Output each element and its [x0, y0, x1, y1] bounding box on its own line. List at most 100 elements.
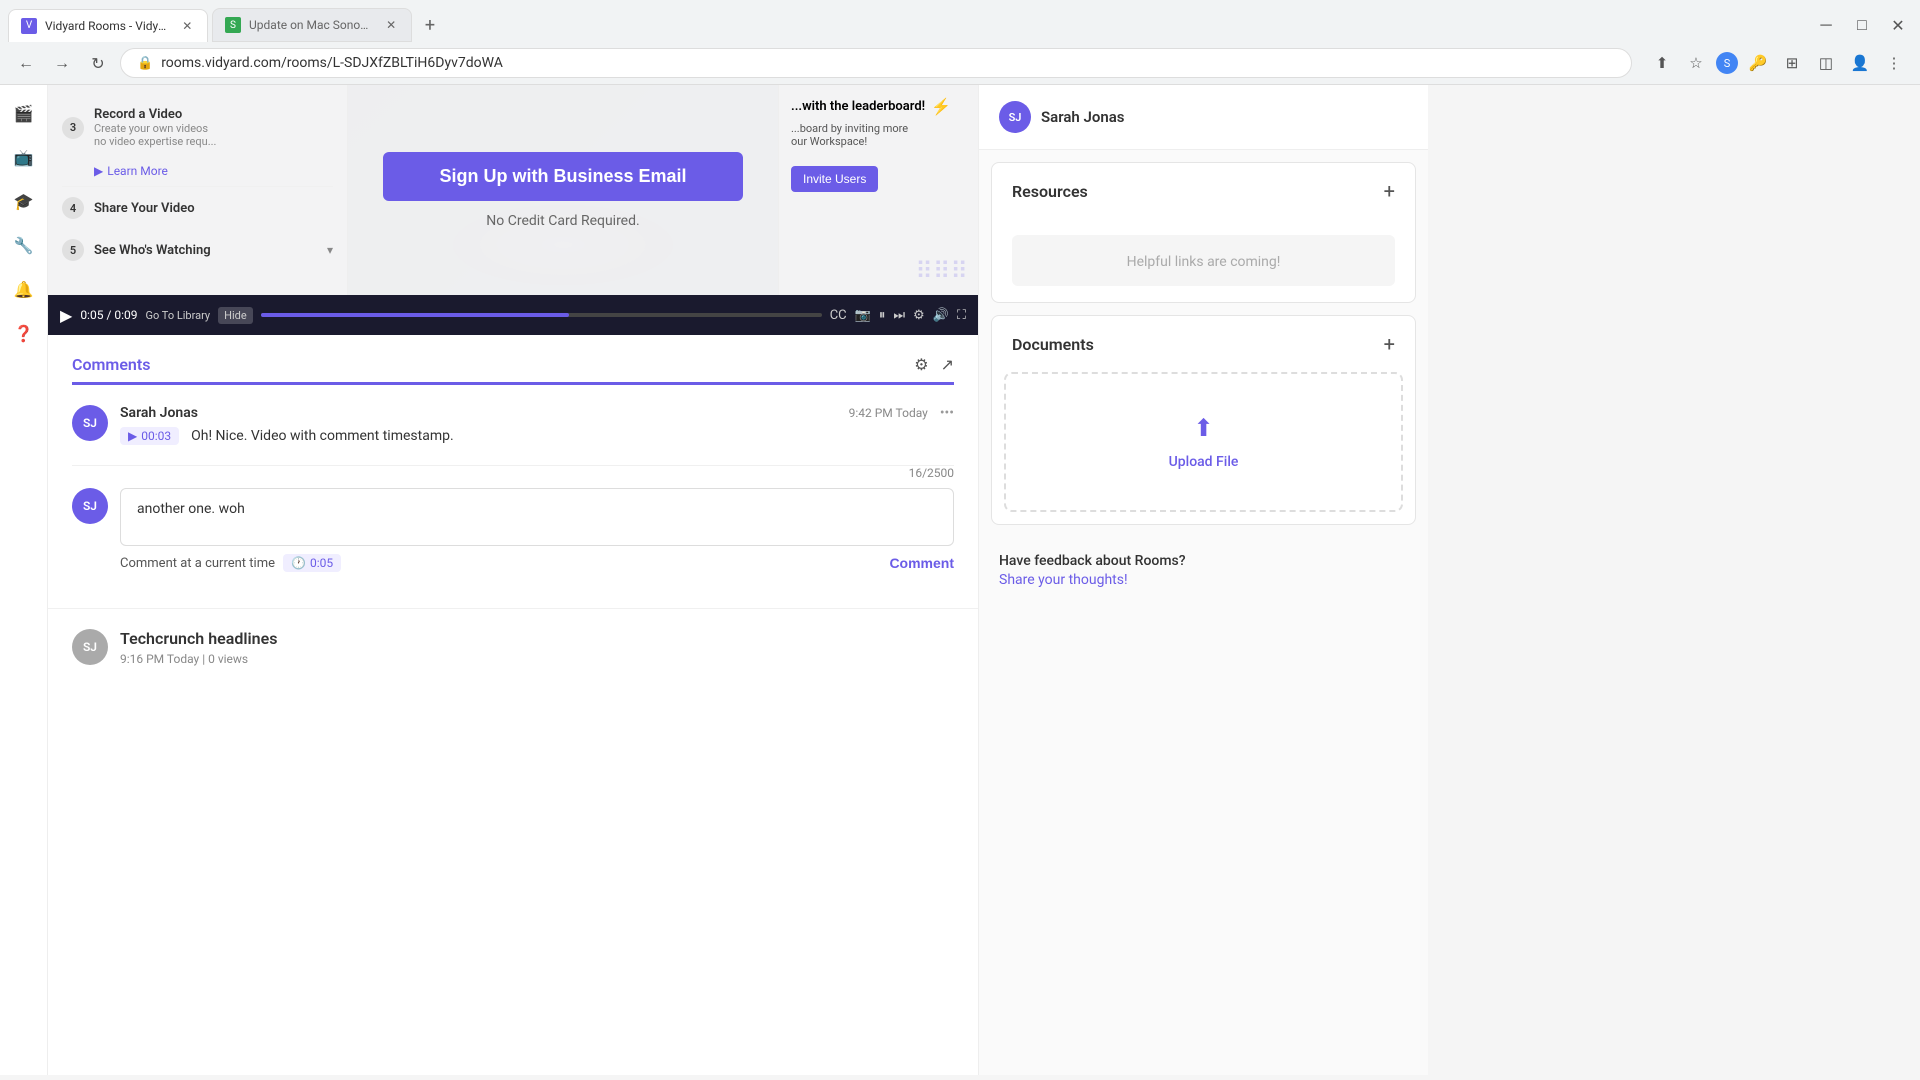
address-bar[interactable]: 🔒 rooms.vidyard.com/rooms/L-SDJXfZBLTiH6…: [120, 48, 1632, 78]
hide-button[interactable]: Hide: [218, 307, 253, 324]
leaderboard-text: ...board by inviting moreour Workspace!: [791, 122, 966, 148]
pause-button[interactable]: ⏸: [879, 308, 886, 323]
window-minimize-button[interactable]: ─: [1812, 11, 1840, 39]
play-icon: ▶: [128, 429, 137, 443]
sidebar-icon-notifications[interactable]: 🔔: [8, 273, 40, 305]
sidebar-icon-screen[interactable]: 📺: [8, 141, 40, 173]
sidebar-icon-video[interactable]: 🎬: [8, 97, 40, 129]
browser-action-buttons: ⬆ ☆ S 🔑 ⊞ ◫ 👤 ⋮: [1648, 49, 1908, 77]
more-options-icon[interactable]: ⋮: [1880, 49, 1908, 77]
comment-time: 9:42 PM Today: [849, 406, 928, 420]
tab-title-2: Update on Mac Sonoma: [249, 18, 375, 32]
sidebar-icon-help[interactable]: ❓: [8, 317, 40, 349]
learn-more-link[interactable]: ▶ Learn More: [94, 164, 333, 178]
comment-content: ▶ 00:03 Oh! Nice. Video with comment tim…: [120, 427, 954, 445]
tab-title-1: Vidyard Rooms - Vidyard: [45, 19, 171, 33]
navigation-bar: ← → ↻ 🔒 rooms.vidyard.com/rooms/L-SDJXfZ…: [0, 42, 1920, 84]
comment-time-badge[interactable]: 🕐 0:05: [283, 554, 341, 572]
comment-at-time: Comment at a current time 🕐 0:05: [120, 554, 341, 572]
comment-timestamp-badge[interactable]: ▶ 00:03: [120, 427, 179, 445]
content-area: 3 Record a Video Create your own videosn…: [48, 85, 1920, 1075]
progress-fill: [261, 313, 570, 317]
profile-icon[interactable]: 👤: [1846, 49, 1874, 77]
volume-button[interactable]: 🔊: [933, 308, 949, 323]
comments-share-icon[interactable]: ↗: [941, 355, 954, 374]
right-sidebar-username: Sarah Jonas: [1041, 108, 1125, 126]
step-label-4: Share Your Video: [94, 201, 195, 216]
signup-button[interactable]: Sign Up with Business Email: [383, 152, 743, 201]
feedback-link[interactable]: Share your thoughts!: [999, 572, 1128, 588]
at-time-label: Comment at a current time: [120, 556, 275, 571]
post-body: Techcrunch headlines 9:16 PM Today | 0 v…: [120, 629, 277, 666]
comment-item: SJ Sarah Jonas 9:42 PM Today ••• ▶: [72, 385, 954, 466]
step-chevron-5[interactable]: ▾: [327, 243, 333, 257]
video-progress-bar[interactable]: [261, 313, 822, 317]
post-meta: 9:16 PM Today | 0 views: [120, 652, 277, 666]
sidebar-icon-learn[interactable]: 🎓: [8, 185, 40, 217]
left-sidebar: 🎬 📺 🎓 🔧 🔔 ❓: [0, 85, 48, 1075]
upload-label: Upload File: [1169, 454, 1239, 470]
tab-favicon-1: V: [21, 18, 37, 34]
step-num-3: 3: [62, 117, 84, 139]
password-icon[interactable]: 🔑: [1744, 49, 1772, 77]
refresh-button[interactable]: ↻: [84, 49, 112, 77]
upload-area[interactable]: ⬆ Upload File: [1004, 372, 1403, 512]
comments-section: Comments ⚙ ↗ SJ Sarah Jonas 9:42 PM Toda…: [48, 335, 978, 608]
comment-more-button[interactable]: •••: [940, 405, 954, 421]
step-num-5: 5: [62, 239, 84, 261]
resources-section: Resources + Helpful links are coming!: [991, 162, 1416, 303]
upload-icon: ⬆: [1193, 414, 1213, 442]
resources-title: Resources: [1012, 182, 1088, 201]
go-to-library-link[interactable]: Go To Library: [146, 309, 211, 322]
skip-button[interactable]: ⏭: [893, 308, 905, 323]
time-value: 0:05: [310, 556, 333, 570]
step-label-5: See Who's Watching: [94, 243, 211, 258]
bookmark-icon[interactable]: ☆: [1682, 49, 1710, 77]
step-desc-3: Create your own videosno video expertise…: [94, 122, 216, 148]
extension-icon[interactable]: S: [1716, 52, 1738, 74]
step-item-3: 3 Record a Video Create your own videosn…: [62, 99, 333, 156]
new-tab-button[interactable]: +: [416, 11, 444, 39]
comment-author: Sarah Jonas: [120, 405, 198, 421]
documents-title: Documents: [1012, 335, 1094, 354]
window-close-button[interactable]: ✕: [1884, 11, 1912, 39]
browser-chrome: V Vidyard Rooms - Vidyard ✕ S Update on …: [0, 0, 1920, 85]
forward-button[interactable]: →: [48, 49, 76, 77]
leaderboard-title: ...with the leaderboard!: [791, 99, 925, 114]
documents-add-button[interactable]: +: [1384, 332, 1395, 356]
sidebar-toggle-icon[interactable]: ◫: [1812, 49, 1840, 77]
sidebar-icon-tools[interactable]: 🔧: [8, 229, 40, 261]
step-label-3: Record a Video: [94, 107, 216, 122]
comment-body: Sarah Jonas 9:42 PM Today ••• ▶ 00:03: [120, 405, 954, 445]
video-camera-icon[interactable]: 📷: [855, 308, 871, 323]
play-button[interactable]: ▶: [60, 306, 72, 325]
tab-mac-sonoma[interactable]: S Update on Mac Sonoma ✕: [212, 8, 412, 42]
submit-comment-button[interactable]: Comment: [889, 555, 954, 571]
share-icon[interactable]: ⬆: [1648, 49, 1676, 77]
char-count: 16/2500: [72, 466, 954, 480]
comment-input[interactable]: another one. woh: [120, 488, 954, 546]
time-display: 0:05 / 0:09: [80, 308, 137, 322]
invite-users-button[interactable]: Invite Users: [791, 166, 878, 192]
tab-favicon-2: S: [225, 17, 241, 33]
resources-header: Resources +: [992, 163, 1415, 219]
post-title: Techcrunch headlines: [120, 629, 277, 648]
current-user-avatar: SJ: [72, 488, 108, 524]
comment-meta: Sarah Jonas 9:42 PM Today •••: [120, 405, 954, 421]
documents-header: Documents +: [992, 316, 1415, 372]
comments-header: Comments ⚙ ↗: [72, 355, 954, 385]
tab-vidyard-rooms[interactable]: V Vidyard Rooms - Vidyard ✕: [8, 9, 208, 42]
tab-close-2[interactable]: ✕: [383, 17, 399, 33]
back-button[interactable]: ←: [12, 49, 40, 77]
window-maximize-button[interactable]: □: [1848, 11, 1876, 39]
resources-add-button[interactable]: +: [1384, 179, 1395, 203]
fullscreen-button[interactable]: ⛶: [957, 308, 966, 323]
comment-footer: Comment at a current time 🕐 0:05 Comment: [72, 554, 954, 572]
tab-close-1[interactable]: ✕: [179, 18, 195, 34]
settings-button[interactable]: ⚙: [913, 308, 925, 323]
captions-button[interactable]: CC: [830, 308, 847, 323]
comments-settings-icon[interactable]: ⚙: [914, 355, 928, 374]
tab-manager-icon[interactable]: ⊞: [1778, 49, 1806, 77]
feedback-title: Have feedback about Rooms?: [999, 553, 1408, 569]
video-controls: ▶ 0:05 / 0:09 Go To Library Hide CC 📷 ⏸ …: [48, 295, 978, 335]
